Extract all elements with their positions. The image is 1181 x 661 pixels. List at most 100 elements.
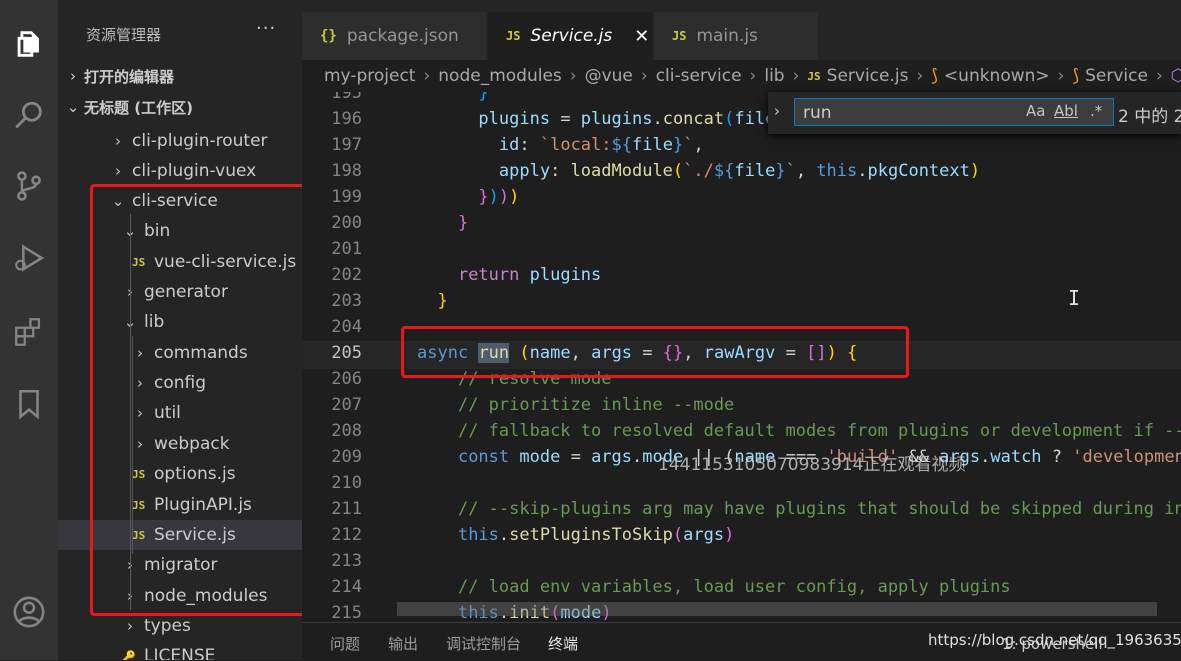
breadcrumb-item[interactable]: node_modules xyxy=(438,66,562,86)
breadcrumb-item[interactable]: @vue xyxy=(585,66,633,86)
symbol-icon: ⟆ xyxy=(1072,66,1080,86)
whole-word-button[interactable]: Abl xyxy=(1054,102,1078,120)
tree-item[interactable]: JS Service.js xyxy=(58,520,302,550)
match-case-button[interactable]: Aa xyxy=(1026,102,1045,120)
line-number: 200 xyxy=(331,213,362,233)
tree-item-label: cli-plugin-router xyxy=(132,131,268,151)
tab-label: package.json xyxy=(346,26,459,46)
breadcrumb-item[interactable]: lib xyxy=(764,66,784,86)
tab-debug-console[interactable]: 调试控制台 xyxy=(446,633,521,654)
tree-item-label: cli-plugin-vuex xyxy=(132,161,257,181)
chevron-right-icon: › xyxy=(115,132,121,150)
chevron-right-icon: › xyxy=(115,162,121,180)
horizontal-scrollbar[interactable] xyxy=(397,602,1157,616)
js-file-icon: JS xyxy=(807,69,821,83)
tree-item[interactable]: JS options.js xyxy=(58,459,302,489)
toggle-replace-icon[interactable]: › xyxy=(774,102,780,120)
tab-service-js[interactable]: JS Service.js ✕ xyxy=(488,12,652,60)
open-editors-section[interactable]: › 打开的编辑器 xyxy=(58,62,302,90)
explorer-sidebar: 资源管理器 ··· › 打开的编辑器 ⌄ 无标题 (工作区) › cli-plug… xyxy=(58,0,302,660)
tree-item-label: types xyxy=(144,616,191,636)
breadcrumb-item[interactable]: my-project xyxy=(324,66,415,86)
tree-item[interactable]: › cli-plugin-vuex xyxy=(58,156,302,186)
chevron-down-icon: ⌄ xyxy=(111,192,125,210)
tab-main-js[interactable]: JS main.js xyxy=(654,12,818,60)
line-number: 215 xyxy=(331,603,362,622)
js-file-icon: JS xyxy=(672,29,687,43)
chevron-down-icon: ⌄ xyxy=(66,98,80,116)
chevron-right-icon: › xyxy=(792,66,800,86)
line-number: 214 xyxy=(331,577,362,597)
chevron-right-icon: › xyxy=(70,67,76,85)
more-actions-button[interactable]: ··· xyxy=(256,18,276,39)
tree-item[interactable]: › cli-plugin-router xyxy=(58,126,302,156)
code-line: // load env variables, load user config,… xyxy=(457,577,1011,597)
tree-item[interactable]: ›migrator xyxy=(58,550,302,580)
tree-item[interactable]: 🔑 LICENSE xyxy=(58,641,302,660)
tree-item[interactable]: › config xyxy=(58,368,302,398)
chevron-right-icon: › xyxy=(1057,66,1065,86)
open-editors-label: 打开的编辑器 xyxy=(84,67,175,86)
tree-indent-guide xyxy=(130,214,131,610)
account-icon[interactable] xyxy=(0,588,58,636)
tree-item[interactable]: ⌄ cli-service xyxy=(58,186,302,216)
tree-item-label: lib xyxy=(144,312,165,332)
js-file-icon: JS xyxy=(132,498,146,512)
close-icon[interactable]: ✕ xyxy=(634,26,649,47)
workspace-section[interactable]: ⌄ 无标题 (工作区) xyxy=(58,93,302,121)
tree-item[interactable]: ›node_modules xyxy=(58,581,302,611)
tab-package-json[interactable]: {} package.json xyxy=(302,12,486,60)
breadcrumb-file[interactable]: Service.js xyxy=(827,66,909,86)
breadcrumb-item[interactable]: cli-service xyxy=(656,66,742,86)
tree-item[interactable]: ›generator xyxy=(58,277,302,307)
tree-item[interactable]: › webpack xyxy=(58,429,302,459)
regex-button[interactable]: .* xyxy=(1090,102,1102,120)
bookmark-icon[interactable] xyxy=(0,380,58,428)
explorer-icon[interactable] xyxy=(0,20,58,68)
tree-item-label: node_modules xyxy=(144,586,268,606)
tree-item[interactable]: › commands xyxy=(58,338,302,368)
line-number: 203 xyxy=(331,291,362,311)
line-number: 211 xyxy=(331,499,362,519)
run-debug-icon[interactable] xyxy=(0,234,58,282)
tree-item-label: util xyxy=(154,403,181,423)
tab-problems[interactable]: 问题 xyxy=(330,633,360,654)
bottom-panel: 问题 输出 调试控制台 终端 1: powershell https://blo… xyxy=(302,622,1181,661)
tree-item[interactable]: JS vue-cli-service.js xyxy=(58,247,302,277)
code-line: // --skip-plugins arg may have plugins t… xyxy=(457,499,1181,519)
search-icon[interactable] xyxy=(0,92,58,140)
line-number: 212 xyxy=(331,525,362,545)
tree-item-label: webpack xyxy=(154,434,230,454)
text-cursor-icon: I xyxy=(1068,286,1081,310)
chevron-right-icon: › xyxy=(127,617,133,635)
chevron-right-icon: › xyxy=(137,435,143,453)
line-number: 201 xyxy=(331,239,362,259)
tree-item[interactable]: ⌄lib xyxy=(58,307,302,337)
line-number: 202 xyxy=(331,265,362,285)
extensions-icon[interactable] xyxy=(0,308,58,356)
tree-item[interactable]: ⌄bin xyxy=(58,216,302,246)
chevron-right-icon: › xyxy=(640,66,648,86)
class-icon: ⬡ xyxy=(1170,66,1181,86)
tab-terminal[interactable]: 终端 xyxy=(548,633,578,654)
explorer-title: 资源管理器 xyxy=(86,26,162,44)
code-editor[interactable]: 195 196 197 198 199 200 201 202 203 204 205 206 207 2… xyxy=(302,92,1181,622)
editor-tab-bar: {} package.json JS Service.js ✕ JS main.… xyxy=(302,0,1181,60)
tree-item-label: PluginAPI.js xyxy=(154,495,252,515)
line-number: 205 xyxy=(331,343,362,363)
breadcrumb-symbol[interactable]: <unknown> xyxy=(944,66,1050,86)
line-number: 208 xyxy=(331,421,362,441)
line-number: 204 xyxy=(331,317,362,337)
tree-indent-guide xyxy=(132,336,133,554)
code-line: this.setPluginsToSkip(args) xyxy=(457,525,735,545)
source-control-icon[interactable] xyxy=(0,162,58,210)
tree-item[interactable]: › util xyxy=(58,398,302,428)
breadcrumb-symbol[interactable]: Service xyxy=(1085,66,1148,86)
tab-output[interactable]: 输出 xyxy=(388,633,418,654)
tree-item[interactable]: › types xyxy=(58,611,302,641)
tree-item[interactable]: JS PluginAPI.js xyxy=(58,490,302,520)
code-line: return plugins xyxy=(457,265,602,285)
workspace-label: 无标题 (工作区) xyxy=(84,98,193,117)
